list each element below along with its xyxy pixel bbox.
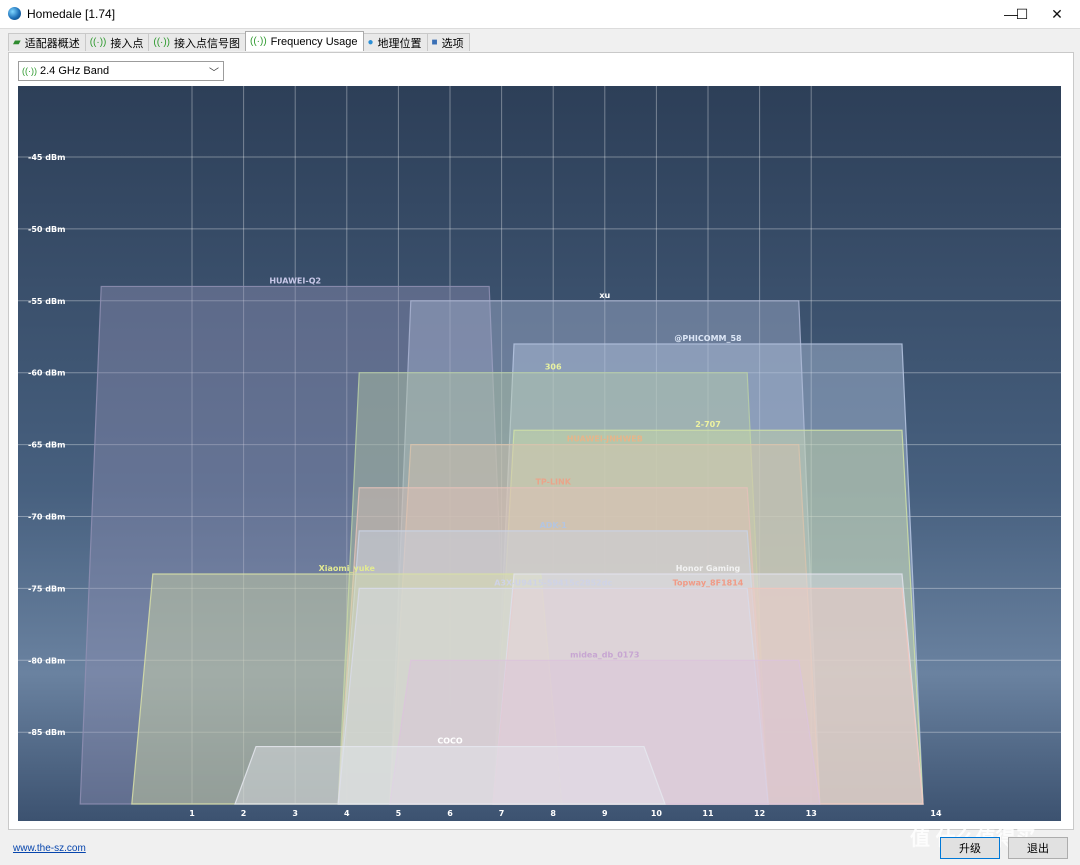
network-label: Topway_8F1814	[673, 578, 744, 587]
tab-label: 接入点信号图	[174, 37, 241, 50]
x-tick-label: 8	[550, 809, 556, 818]
adapter-icon: ▰	[13, 37, 21, 48]
frequency-usage-chart: HUAWEI-Q2 xu @PHICOMM_58 306 2-707 HUAWEI-JNH…	[18, 86, 1061, 821]
wifi-icon: ((·))	[250, 36, 267, 47]
x-tick-label: 11	[702, 809, 714, 818]
network-label: 306	[545, 363, 562, 372]
x-tick-label: 12	[754, 809, 765, 818]
window-title: Homedale [1.74]	[27, 7, 116, 21]
tab-options[interactable]: ■ 选项	[426, 33, 470, 51]
x-tick-label: 2	[241, 809, 247, 818]
network-label: ADK-1	[540, 521, 568, 530]
chevron-down-icon: ﹀	[209, 68, 219, 79]
tab-label: 选项	[441, 37, 464, 50]
title-bar: Homedale [1.74] — ☐ ✕	[0, 0, 1080, 29]
wifi-icon: ((·))	[89, 37, 107, 48]
tab-label: 地理位置	[377, 37, 422, 50]
x-tick-label: 6	[447, 809, 453, 818]
y-tick-label: -65 dBm	[28, 441, 65, 450]
tab-adapter-overview[interactable]: ▰ 适配器概述	[8, 33, 86, 51]
y-tick-label: -80 dBm	[28, 656, 65, 665]
y-tick-label: -55 dBm	[28, 297, 65, 306]
band-select-value: 2.4 GHz Band	[40, 65, 110, 77]
x-tick-label: 5	[396, 809, 402, 818]
x-tick-label: 13	[806, 809, 817, 818]
wifi-icon: ((·))	[153, 37, 171, 48]
x-tick-label: 9	[602, 809, 608, 818]
network-label: 2-707	[695, 420, 721, 429]
app-globe-icon	[8, 7, 21, 20]
tab-frequency-usage[interactable]: ((·)) Frequency Usage	[245, 31, 364, 51]
map-pin-icon: ●	[367, 37, 374, 48]
x-tick-label: 4	[344, 809, 350, 818]
exit-button[interactable]: 退出	[1008, 837, 1068, 859]
network-label: HUAWEI-JNHWEB	[567, 435, 643, 444]
network-label: COCO	[437, 737, 463, 746]
network-label: midea_db_0173	[570, 650, 639, 659]
upgrade-button[interactable]: 升级	[940, 837, 1000, 859]
tab-bar: ▰ 适配器概述 ((·)) 接入点 ((·)) 接入点信号图 ((·)) Frequen…	[8, 31, 470, 52]
wifi-icon: ((·))	[22, 66, 37, 76]
network-label: HUAWEI-Q2	[269, 276, 321, 285]
tab-ap-signal-graph[interactable]: ((·)) 接入点信号图	[148, 33, 247, 51]
x-tick-label: 10	[651, 809, 663, 818]
band-select[interactable]: ((·)) 2.4 GHz Band ﹀	[18, 61, 224, 81]
network-label: Honor Gaming	[676, 564, 741, 573]
y-tick-label: -45 dBm	[28, 153, 65, 162]
tab-label: 适配器概述	[24, 37, 80, 50]
network-label: @PHICOMM_58	[674, 334, 742, 343]
x-tick-label: 1	[189, 809, 195, 818]
tab-label: 接入点	[110, 37, 144, 50]
y-tick-label: -75 dBm	[28, 584, 65, 593]
network-label: Xiaomi_yuke	[319, 564, 376, 573]
close-button[interactable]: ✕	[1034, 0, 1080, 28]
x-tick-label: 3	[292, 809, 298, 818]
y-tick-label: -60 dBm	[28, 369, 65, 378]
network-label: TP-LINK	[535, 478, 571, 487]
options-icon: ■	[431, 37, 438, 48]
y-tick-label: -70 dBm	[28, 513, 65, 522]
x-tick-label: 7	[499, 809, 505, 818]
y-tick-label: -50 dBm	[28, 225, 65, 234]
website-link[interactable]: www.the-sz.com	[13, 843, 86, 854]
tab-geolocation[interactable]: ● 地理位置	[362, 33, 428, 51]
x-tick-label: 14	[930, 809, 942, 818]
network-label: xu	[599, 291, 610, 300]
tab-access-points[interactable]: ((·)) 接入点	[84, 33, 150, 51]
channel-area	[234, 745, 666, 805]
tab-label: Frequency Usage	[270, 35, 358, 48]
y-tick-label: -85 dBm	[28, 728, 65, 737]
network-label: A3X-U9415-59415c2852dc	[494, 578, 612, 587]
